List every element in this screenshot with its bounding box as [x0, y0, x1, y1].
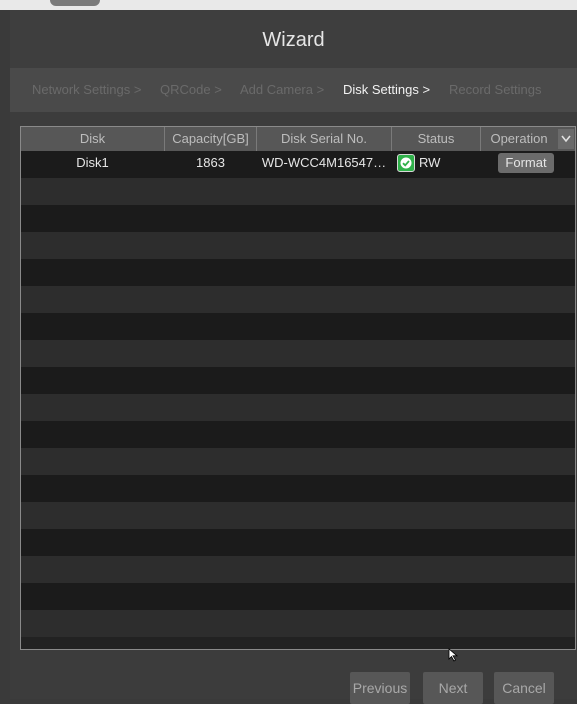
table-row [21, 556, 575, 583]
format-button[interactable]: Format [498, 153, 554, 173]
table-row [21, 475, 575, 502]
step-qrcode: QRCode > [160, 82, 222, 97]
background-shape [50, 0, 100, 6]
column-header-serial[interactable]: Disk Serial No. [257, 127, 392, 151]
column-header-capacity[interactable]: Capacity[GB] [165, 127, 257, 151]
disk-table: Disk Capacity[GB] Disk Serial No. Status… [20, 126, 576, 650]
table-row [21, 286, 575, 313]
table-row [21, 421, 575, 448]
table-row [21, 610, 575, 637]
table-body: Disk1 1863 WD-WCC4M16547… RW Format [21, 151, 575, 649]
next-button[interactable]: Next [423, 672, 483, 704]
wizard-steps: Network Settings > QRCode > Add Camera >… [10, 68, 577, 112]
step-network-settings: Network Settings > [32, 82, 142, 97]
table-row [21, 259, 575, 286]
table-row [21, 583, 575, 610]
table-header: Disk Capacity[GB] Disk Serial No. Status… [21, 127, 575, 151]
wizard-dialog: Wizard Network Settings > QRCode > Add C… [10, 10, 577, 704]
disk-name-cell: Disk1 [76, 155, 109, 170]
table-row [21, 502, 575, 529]
previous-button[interactable]: Previous [350, 672, 410, 704]
column-header-status[interactable]: Status [392, 127, 481, 151]
dialog-title: Wizard [10, 10, 577, 68]
table-row [21, 232, 575, 259]
table-row [21, 367, 575, 394]
status-cell: RW [419, 155, 441, 170]
table-row [21, 394, 575, 421]
cancel-button[interactable]: Cancel [494, 672, 554, 704]
step-disk-settings: Disk Settings > [343, 82, 431, 97]
serial-cell: WD-WCC4M16547… [261, 155, 387, 170]
chevron-down-icon[interactable] [558, 129, 574, 149]
step-record-settings: Record Settings [449, 82, 542, 97]
table-row [21, 205, 575, 232]
table-row[interactable]: Disk1 1863 WD-WCC4M16547… RW Format [21, 151, 575, 178]
table-row [21, 340, 575, 367]
capacity-cell: 1863 [196, 155, 225, 170]
table-row [21, 448, 575, 475]
column-header-operation[interactable]: Operation [481, 127, 557, 151]
mouse-pointer-icon [448, 648, 460, 667]
step-add-camera: Add Camera > [240, 82, 325, 97]
table-row [21, 529, 575, 556]
column-header-disk[interactable]: Disk [21, 127, 165, 151]
table-row [21, 178, 575, 205]
background-strip [0, 0, 577, 10]
table-row [21, 313, 575, 340]
check-circle-icon [397, 154, 415, 172]
